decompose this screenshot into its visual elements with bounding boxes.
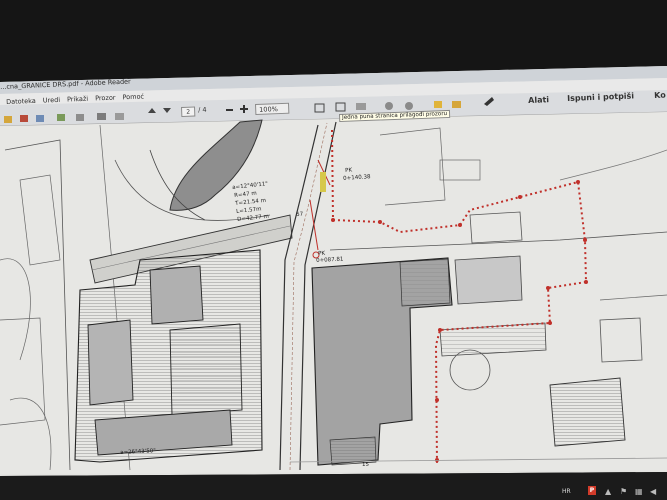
menu-window[interactable]: Prozor [95, 94, 116, 103]
station-label: 57 [296, 211, 304, 218]
zoom-select[interactable]: 100% [255, 102, 290, 115]
tray-app-icon[interactable]: P [588, 486, 596, 495]
rotate-right-icon[interactable] [405, 102, 413, 110]
highlight-icon[interactable] [452, 101, 461, 108]
read-mode-icon[interactable] [356, 103, 366, 110]
comment-button[interactable]: Ko [654, 91, 666, 100]
sticky-note-icon[interactable] [434, 101, 442, 108]
tray-flag-icon[interactable]: ⚑ [620, 487, 627, 496]
create-pdf-icon[interactable] [36, 115, 44, 122]
menu-view[interactable]: Prikaži [67, 95, 88, 104]
tray-network-icon[interactable]: ▦ [635, 487, 643, 496]
rotate-left-icon[interactable] [385, 102, 393, 110]
menu-help[interactable]: Pomoć [122, 92, 144, 101]
print-icon[interactable] [97, 113, 106, 120]
upload-icon[interactable] [76, 114, 84, 121]
cloud-icon[interactable] [57, 114, 65, 121]
taskbar [0, 472, 667, 500]
page-footer: 15 [362, 462, 369, 468]
menu-edit[interactable]: Uredi [43, 96, 61, 105]
save-icon[interactable] [20, 115, 28, 122]
screen-photo [0, 0, 667, 500]
point-pk1-label: PK [345, 167, 353, 174]
menu-file[interactable]: Datoteka [6, 97, 36, 106]
tray-volume-icon[interactable]: ◀ [650, 487, 656, 496]
tools-button[interactable]: Alati [528, 95, 549, 105]
open-icon[interactable] [4, 116, 12, 123]
point-pk2-label: PK [318, 250, 326, 257]
page-total: / 4 [198, 105, 207, 114]
page-number-input[interactable]: 2 [181, 106, 196, 117]
tray-chevron-icon[interactable]: ▲ [605, 487, 611, 496]
email-icon[interactable] [115, 113, 124, 120]
tray-language[interactable]: HR [562, 488, 571, 495]
zoom-out-icon[interactable] [226, 109, 233, 111]
plan-drawing [0, 112, 667, 474]
